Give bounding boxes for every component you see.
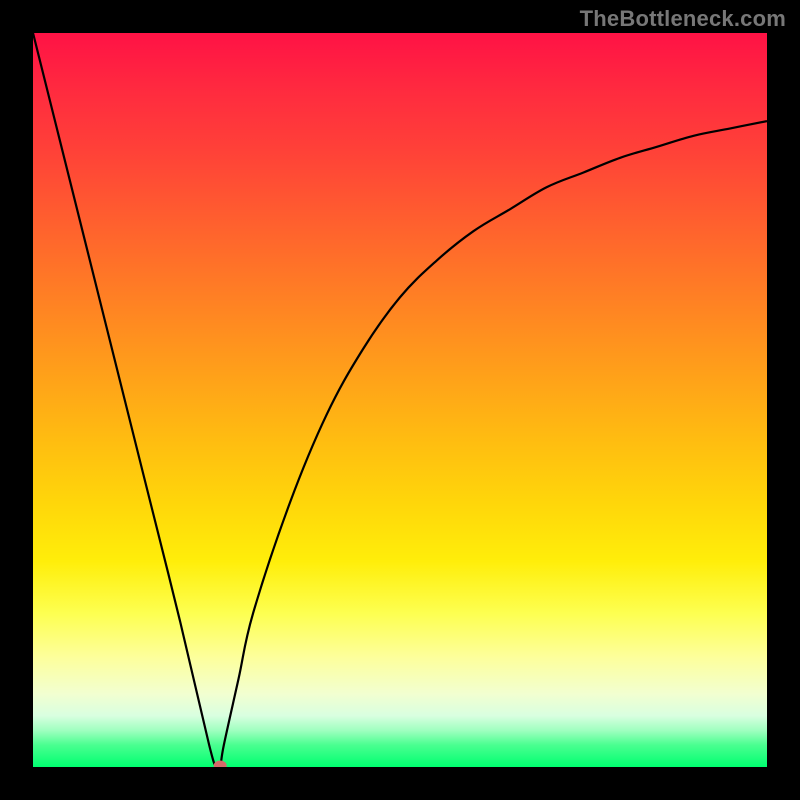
watermark-text: TheBottleneck.com xyxy=(580,6,786,32)
plot-area xyxy=(33,33,767,767)
bottleneck-curve xyxy=(33,33,767,767)
chart-frame: TheBottleneck.com xyxy=(0,0,800,800)
min-marker xyxy=(214,761,227,767)
curve-svg xyxy=(33,33,767,767)
